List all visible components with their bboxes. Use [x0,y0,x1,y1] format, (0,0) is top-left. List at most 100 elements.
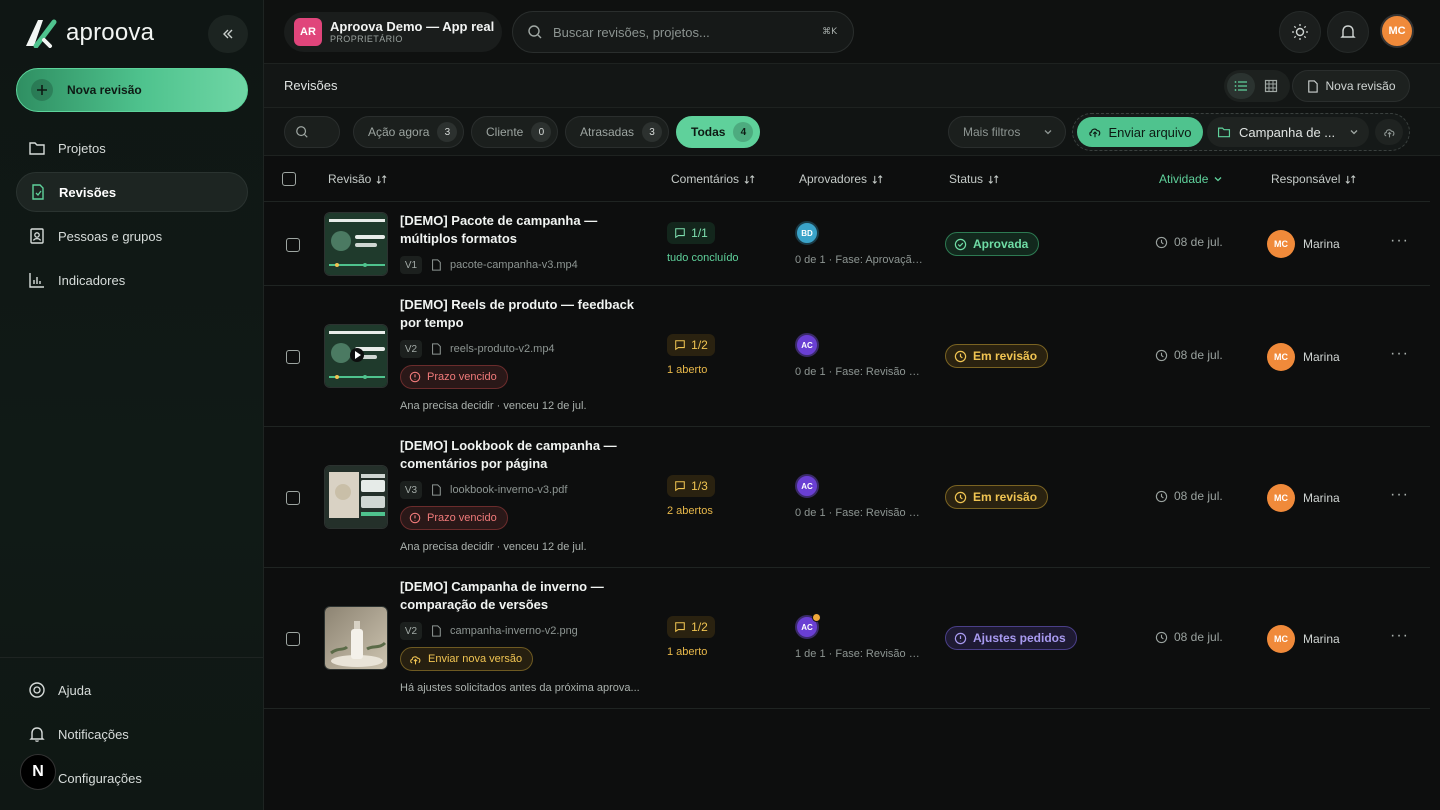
notifications-button[interactable] [1327,11,1369,53]
quick-upload-button[interactable] [1375,119,1403,145]
owner-avatar: MC [1267,625,1295,653]
approvers-cell[interactable]: AC 0 de 1 · Fase: Revisão do cliente [795,333,925,378]
owner-cell[interactable]: MC Marina [1267,625,1340,653]
sort-icon [988,174,999,184]
cloud-upload-icon [410,655,421,664]
owner-cell[interactable]: MC Marina [1267,343,1340,371]
theme-toggle-button[interactable] [1279,11,1321,53]
row-more-icon[interactable]: ··· [1390,486,1409,504]
row-checkbox[interactable] [286,632,300,646]
chip-label: Cliente [486,125,524,139]
dev-badge[interactable]: N [20,754,56,790]
review-note: Há ajustes solicitados antes da próxima … [400,682,640,694]
pending-dot [812,613,821,622]
tag-label: Prazo vencido [427,512,497,524]
new-review-button[interactable]: Nova revisão [16,68,248,112]
sidebar-item-pessoas[interactable]: Pessoas e grupos [16,216,248,256]
sidebar-item-notificacoes[interactable]: Notificações [16,714,248,754]
sidebar-item-indicadores[interactable]: Indicadores [16,260,248,300]
select-all-checkbox[interactable] [282,172,296,186]
column-header-comentarios[interactable]: Comentários [671,172,755,186]
topbar: AR Aproova Demo — App real PROPRIETÁRIO … [264,0,1440,64]
review-title[interactable]: [DEMO] Pacote de campanha — múltiplos fo… [400,212,650,248]
filter-chip-acao-agora[interactable]: Ação agora 3 [353,116,465,148]
row-checkbox[interactable] [286,491,300,505]
table-row[interactable]: [DEMO] Pacote de campanha — múltiplos fo… [264,202,1430,286]
owner-name: Marina [1303,237,1340,251]
upload-dropzone[interactable]: Enviar arquivo Campanha de ... [1072,113,1410,151]
column-header-aprovadores[interactable]: Aprovadores [799,172,883,186]
video-thumbnail[interactable] [324,212,388,276]
collapse-sidebar-button[interactable] [208,15,248,53]
owner-cell[interactable]: MC Marina [1267,484,1340,512]
owner-cell[interactable]: MC Marina [1267,230,1340,258]
sidebar-item-label: Notificações [58,726,129,742]
pdf-thumbnail[interactable] [324,465,388,529]
global-search[interactable]: Buscar revisões, projetos... ⌘K [512,11,854,53]
chip-label: Todas [691,125,726,139]
table-row[interactable]: [DEMO] Reels de produto — feedback por t… [264,286,1430,427]
sidebar-item-revisoes[interactable]: Revisões [16,172,248,212]
clock-icon [1155,490,1168,502]
approver-avatar[interactable]: BD [795,221,819,245]
approver-avatar[interactable]: AC [795,613,821,639]
chip-count: 3 [437,122,458,142]
workspace-switcher[interactable]: AR Aproova Demo — App real PROPRIETÁRIO [284,12,502,52]
comments-cell[interactable]: 1/2 1 aberto [667,616,715,658]
table-row[interactable]: [DEMO] Campanha de inverno — comparação … [264,568,1430,709]
video-thumbnail[interactable] [324,324,388,388]
approver-avatar[interactable]: AC [795,474,819,498]
clock-icon [954,350,967,362]
column-header-atividade[interactable]: Atividade [1159,172,1223,186]
help-icon [29,682,45,698]
upload-new-version-button[interactable]: Enviar nova versão [400,647,534,671]
approver-avatar[interactable]: AC [795,333,819,357]
image-thumbnail[interactable] [324,606,388,670]
filter-chip-atrasadas[interactable]: Atrasadas 3 [565,116,670,148]
campaign-select[interactable]: Campanha de ... [1207,117,1369,147]
more-filters-dropdown[interactable]: Mais filtros [948,116,1066,148]
sidebar-item-projetos[interactable]: Projetos [16,128,248,168]
approvers-cell[interactable]: AC 0 de 1 · Fase: Revisão do cliente [795,474,925,519]
row-more-icon[interactable]: ··· [1390,345,1409,363]
sidebar-item-ajuda[interactable]: Ajuda [16,670,248,710]
review-title[interactable]: [DEMO] Campanha de inverno — comparação … [400,578,650,614]
row-checkbox[interactable] [286,350,300,364]
comments-status: 1 aberto [667,364,708,376]
comments-cell[interactable]: 1/2 1 aberto [667,334,715,376]
review-title[interactable]: [DEMO] Reels de produto — feedback por t… [400,296,650,332]
upload-file-button[interactable]: Enviar arquivo [1077,117,1203,147]
review-title[interactable]: [DEMO] Lookbook de campanha — comentário… [400,437,650,473]
search-input[interactable]: Buscar revisões, projetos... [553,25,812,40]
filter-search-button[interactable] [284,116,340,148]
version-badge: V1 [400,256,422,274]
plus-icon [31,79,53,101]
column-header-status[interactable]: Status [949,172,999,186]
filter-chip-todas[interactable]: Todas 4 [676,116,761,148]
table-row[interactable]: [DEMO] Lookbook de campanha — comentário… [264,427,1430,568]
approver-initials: AC [801,622,813,632]
filter-chip-cliente[interactable]: Cliente 0 [471,116,559,148]
row-checkbox[interactable] [286,238,300,252]
row-more-icon[interactable]: ··· [1390,232,1409,250]
sidebar-item-label: Pessoas e grupos [58,228,163,244]
column-header-responsavel[interactable]: Responsável [1271,172,1356,186]
new-review-button-secondary[interactable]: Nova revisão [1292,70,1410,102]
chip-label: Ação agora [368,125,430,139]
approvers-cell[interactable]: BD 0 de 1 · Fase: Aprovação final [795,221,925,266]
grid-view-button[interactable] [1257,73,1285,99]
workspace-role: PROPRIETÁRIO [330,34,403,44]
user-avatar[interactable]: MC [1380,14,1414,48]
column-label: Comentários [671,172,740,186]
chip-count: 0 [531,122,552,142]
comments-cell[interactable]: 1/3 2 abertos [667,475,715,517]
list-view-button[interactable] [1227,73,1255,99]
clock-icon [1155,631,1168,643]
comments-cell[interactable]: 1/1 tudo concluído [667,222,739,264]
column-header-revisao[interactable]: Revisão [328,172,387,186]
logo[interactable]: aproova [24,18,154,48]
row-more-icon[interactable]: ··· [1390,627,1409,645]
column-label: Responsável [1271,172,1341,186]
approvers-cell[interactable]: AC 1 de 1 · Fase: Revisão do cliente [795,613,925,660]
clock-icon [1155,236,1168,248]
